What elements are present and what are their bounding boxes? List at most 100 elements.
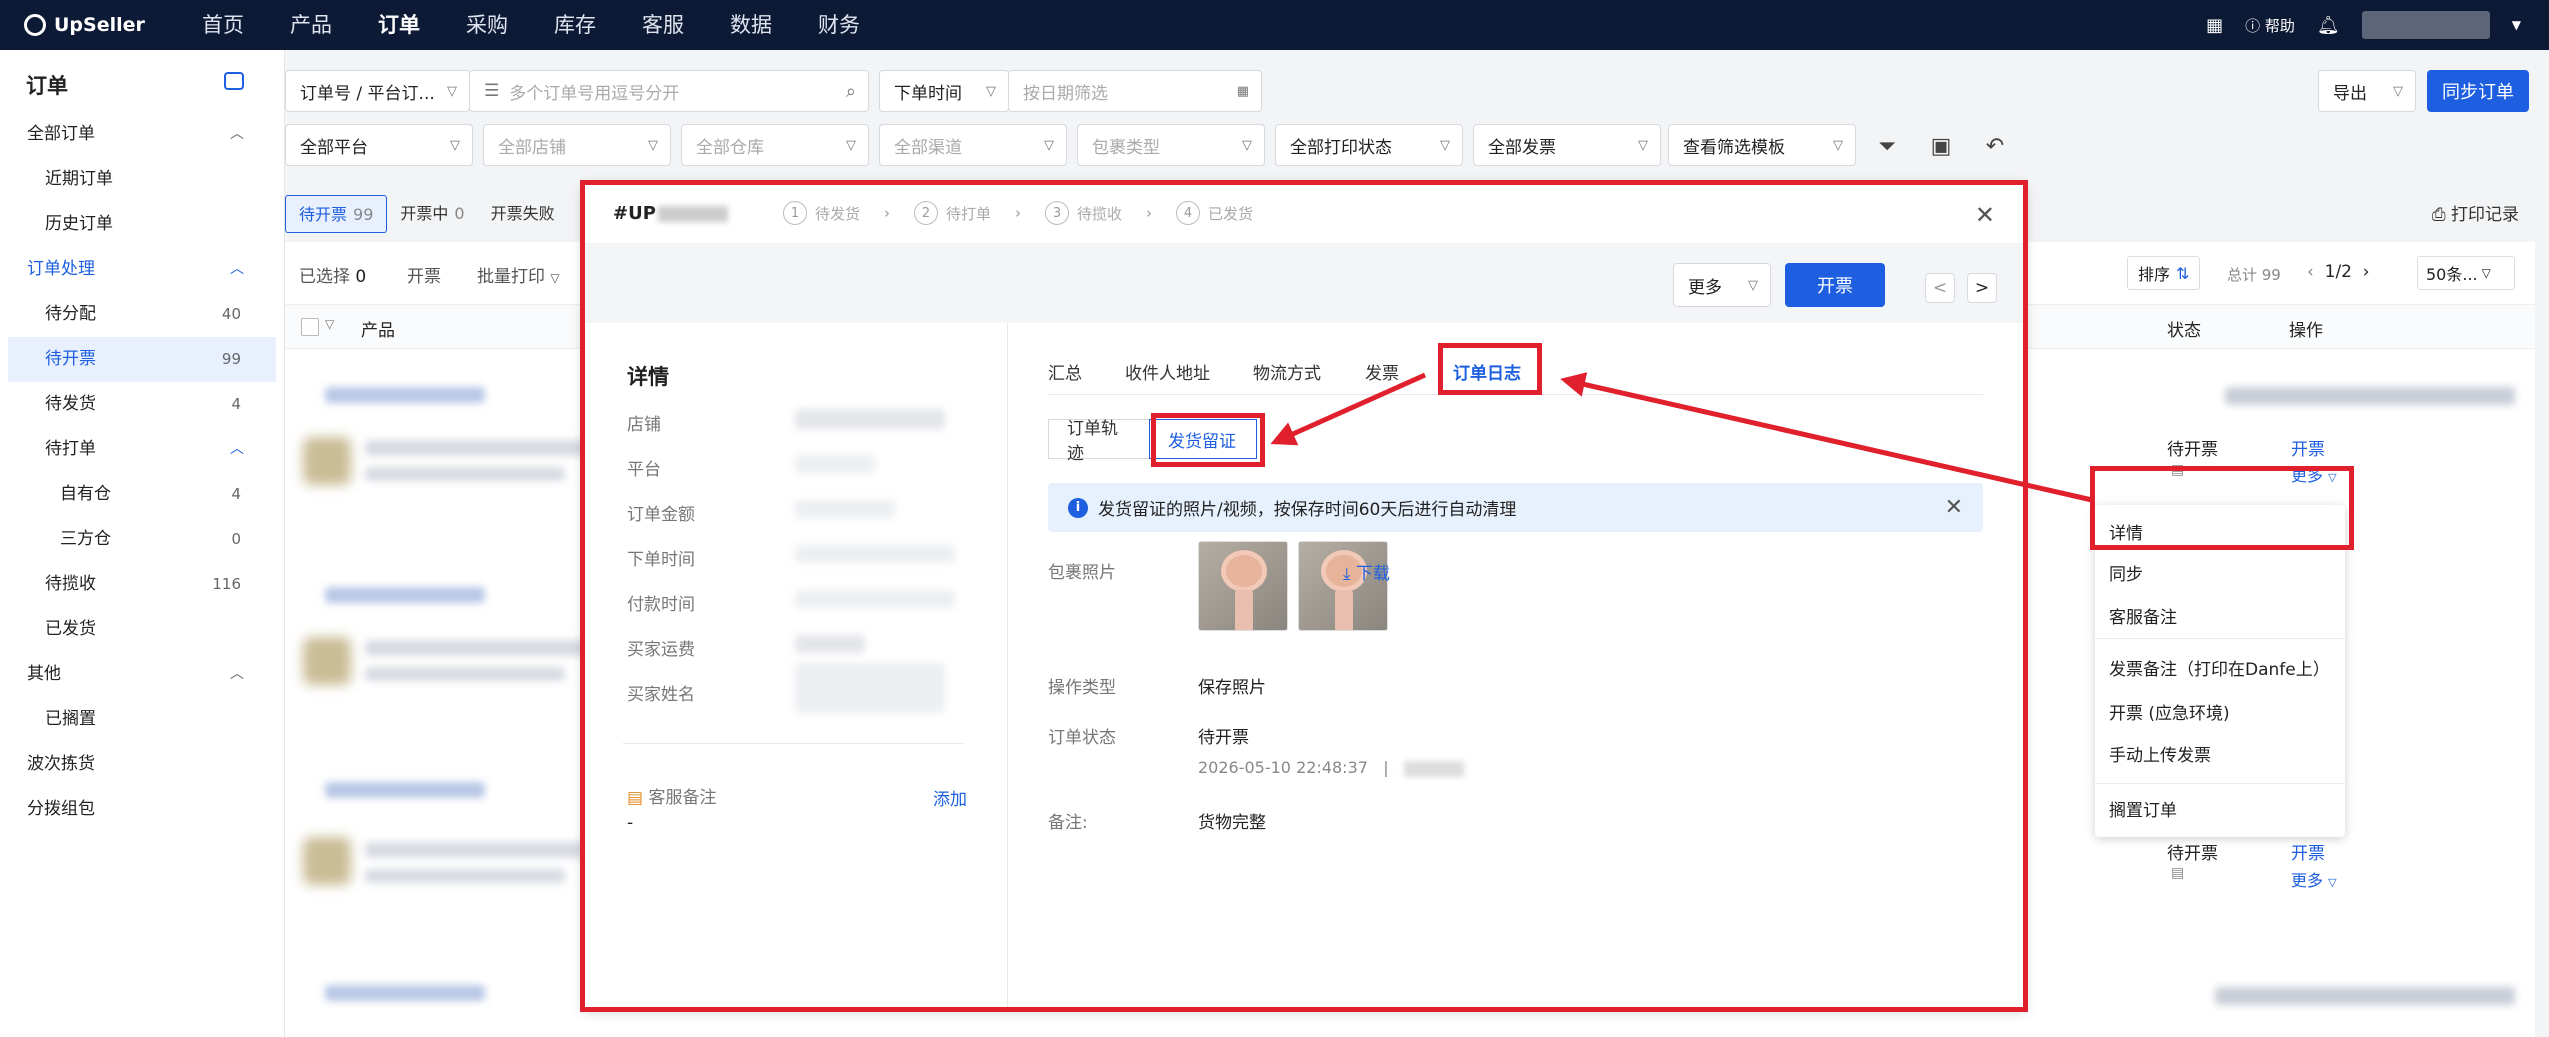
note-label: 备注: [1048,813,1088,833]
menu-item-emergency-invoice[interactable]: 开票 (应急环境) [2109,699,2230,724]
chevron-down-icon: ▽ [2328,876,2337,889]
row-invoice-link[interactable]: 开票 [2291,435,2325,460]
sidebar-item-consolidation[interactable]: 分拨组包 [0,787,284,832]
apps-grid-icon[interactable]: ▦ [2206,15,2223,36]
sidebar-item-to-assign[interactable]: 待分配 40 [0,292,284,337]
sidebar-item-order-processing[interactable]: 订单处理 ︿ [0,247,284,292]
nav-finance[interactable]: 财务 [795,0,883,50]
row-more-link[interactable]: 更多 ▽ [2291,867,2337,891]
bulk-invoice-button[interactable]: 开票 [407,262,441,287]
nav-data[interactable]: 数据 [707,0,795,50]
modal-more-button[interactable]: 更多 ▽ [1673,263,1771,307]
sidebar-item-shipped[interactable]: 已发货 [0,607,284,652]
subtab-shipping-proof[interactable]: 发货留证 [1149,419,1257,459]
tab-logistics[interactable]: 物流方式 [1253,359,1321,384]
blurred-order-id [325,587,485,603]
save-icon[interactable]: ▣ [1925,130,1957,162]
chevron-right-icon[interactable]: › [2363,262,2370,282]
filter-template-select[interactable]: 查看筛选模板 ▽ [1668,124,1856,166]
sidebar-item-wave-picking[interactable]: 波次拣货 [0,742,284,787]
sidebar-item-to-invoice[interactable]: 待开票 99 [8,337,276,382]
sidebar-item-to-ship[interactable]: 待发货 4 [0,382,284,427]
tab-invoice-failed[interactable]: 开票失败 [478,195,568,233]
print-status-select[interactable]: 全部打印状态 ▽ [1275,124,1463,166]
platform-select[interactable]: 全部平台 ▽ [285,124,473,166]
sidebar-item-to-print[interactable]: 待打单 ︿ [0,427,284,472]
menu-item-cs-note[interactable]: 客服备注 [2109,603,2177,628]
chevron-down-icon: ▽ [1748,277,1758,293]
bell-icon[interactable]: 🔔︎ [2317,15,2340,36]
help-link[interactable]: ⓘ 帮助 [2245,15,2295,36]
column-status: 状态 [2167,321,2201,341]
chevron-left-icon[interactable]: ‹ [2307,262,2314,282]
date-filter-input[interactable]: 按日期筛选 ▦ [1008,70,1262,112]
add-cs-note-link[interactable]: 添加 [933,785,967,810]
menu-item-upload-invoice[interactable]: 手动上传发票 [2109,741,2211,766]
sidebar-item-recent-orders[interactable]: 近期订单 [0,157,284,202]
invoice-select[interactable]: 全部发票 ▽ [1473,124,1661,166]
package-photo-1[interactable] [1198,541,1288,631]
sidebar-item-to-pickup[interactable]: 待揽收 116 [0,562,284,607]
sidebar-item-on-hold[interactable]: 已搁置 [0,697,284,742]
time-type-select[interactable]: 下单时间 ▽ [879,70,1009,112]
select-all-checkbox[interactable] [301,318,319,336]
tab-invoicing[interactable]: 开票中 0 [387,195,477,233]
warehouse-select[interactable]: 全部仓库 ▽ [681,124,869,166]
close-banner-icon[interactable]: ✕ [1945,495,1963,520]
tab-summary[interactable]: 汇总 [1048,359,1082,384]
channel-select[interactable]: 全部渠道 ▽ [879,124,1067,166]
modal-invoice-button[interactable]: 开票 [1785,263,1885,307]
row-invoice-link[interactable]: 开票 [2291,839,2325,864]
chevron-down-icon: ▼ [2511,18,2521,32]
sort-button[interactable]: 排序 ⇅ [2127,256,2201,290]
sidebar-item-third-party-warehouse[interactable]: 三方仓 0 [0,517,284,562]
page-size-select[interactable]: 50条... ▽ [2417,256,2515,290]
tab-recipient-address[interactable]: 收件人地址 [1125,359,1210,384]
sidebar-item-all-orders[interactable]: 全部订单 ︿ [0,112,284,157]
nav-purchase[interactable]: 采购 [443,0,531,50]
package-photo-2[interactable] [1298,541,1388,631]
reset-icon[interactable]: ↶ [1979,130,2011,162]
account-menu[interactable] [2361,11,2490,39]
sidebar-item-own-warehouse[interactable]: 自有仓 4 [0,472,284,517]
close-icon[interactable]: ✕ [1975,201,1995,229]
sync-orders-button[interactable]: 同步订单 [2427,70,2529,112]
sidebar-item-other[interactable]: 其他 ︿ [0,652,284,697]
tab-order-log[interactable]: 订单日志 [1453,359,1521,384]
invoice-doc-icon[interactable]: ▤ [2171,462,2184,478]
menu-item-details[interactable]: 详情 [2109,519,2143,544]
chevron-down-icon: ▽ [1440,137,1450,153]
print-log-link[interactable]: ⎙ 打印记录 [2432,200,2519,225]
shop-select[interactable]: 全部店铺 ▽ [483,124,671,166]
search-type-select[interactable]: 订单号 / 平台订... ▽ [285,70,470,112]
batch-print-button[interactable]: 批量打印 ▽ [477,262,560,287]
tab-invoice[interactable]: 发票 [1365,359,1399,384]
nav-products[interactable]: 产品 [267,0,355,50]
nav-home[interactable]: 首页 [179,0,267,50]
collapse-sidebar-icon[interactable] [224,72,244,90]
search-icon[interactable]: ⌕ [846,81,856,102]
product-thumbnail [303,837,351,885]
nav-orders[interactable]: 订单 [355,0,443,50]
prev-order-button[interactable]: < [1925,273,1955,303]
subtab-order-track[interactable]: 订单轨迹 [1048,419,1150,464]
invoice-doc-icon[interactable]: ▤ [2171,865,2184,881]
next-order-button[interactable]: > [1967,273,1997,303]
menu-item-hold-order[interactable]: 搁置订单 [2109,796,2177,821]
filter-icon[interactable]: ⏷ [1871,130,1903,162]
chevron-down-icon: ▽ [2328,471,2337,484]
sidebar-item-history-orders[interactable]: 历史订单 [0,202,284,247]
download-link[interactable]: ⤓ 下载 [1343,559,1390,584]
menu-item-invoice-note[interactable]: 发票备注（打印在Danfe上） [2109,655,2330,680]
menu-item-sync[interactable]: 同步 [2109,560,2143,585]
package-type-select[interactable]: 包裹类型 ▽ [1077,124,1265,166]
export-button[interactable]: 导出 ▽ [2318,70,2416,112]
upseller-logo[interactable]: UpSeller [24,14,179,36]
tab-to-invoice[interactable]: 待开票 99 [285,195,388,233]
chevron-down-icon[interactable]: ▽ [325,317,334,331]
nav-inventory[interactable]: 库存 [531,0,619,50]
nav-customer-service[interactable]: 客服 [619,0,707,50]
logo-icon [24,14,46,36]
order-search-input[interactable]: ☰ 多个订单号用逗号分开 ⌕ [469,70,869,112]
row-more-link[interactable]: 更多 ▽ [2291,462,2337,486]
